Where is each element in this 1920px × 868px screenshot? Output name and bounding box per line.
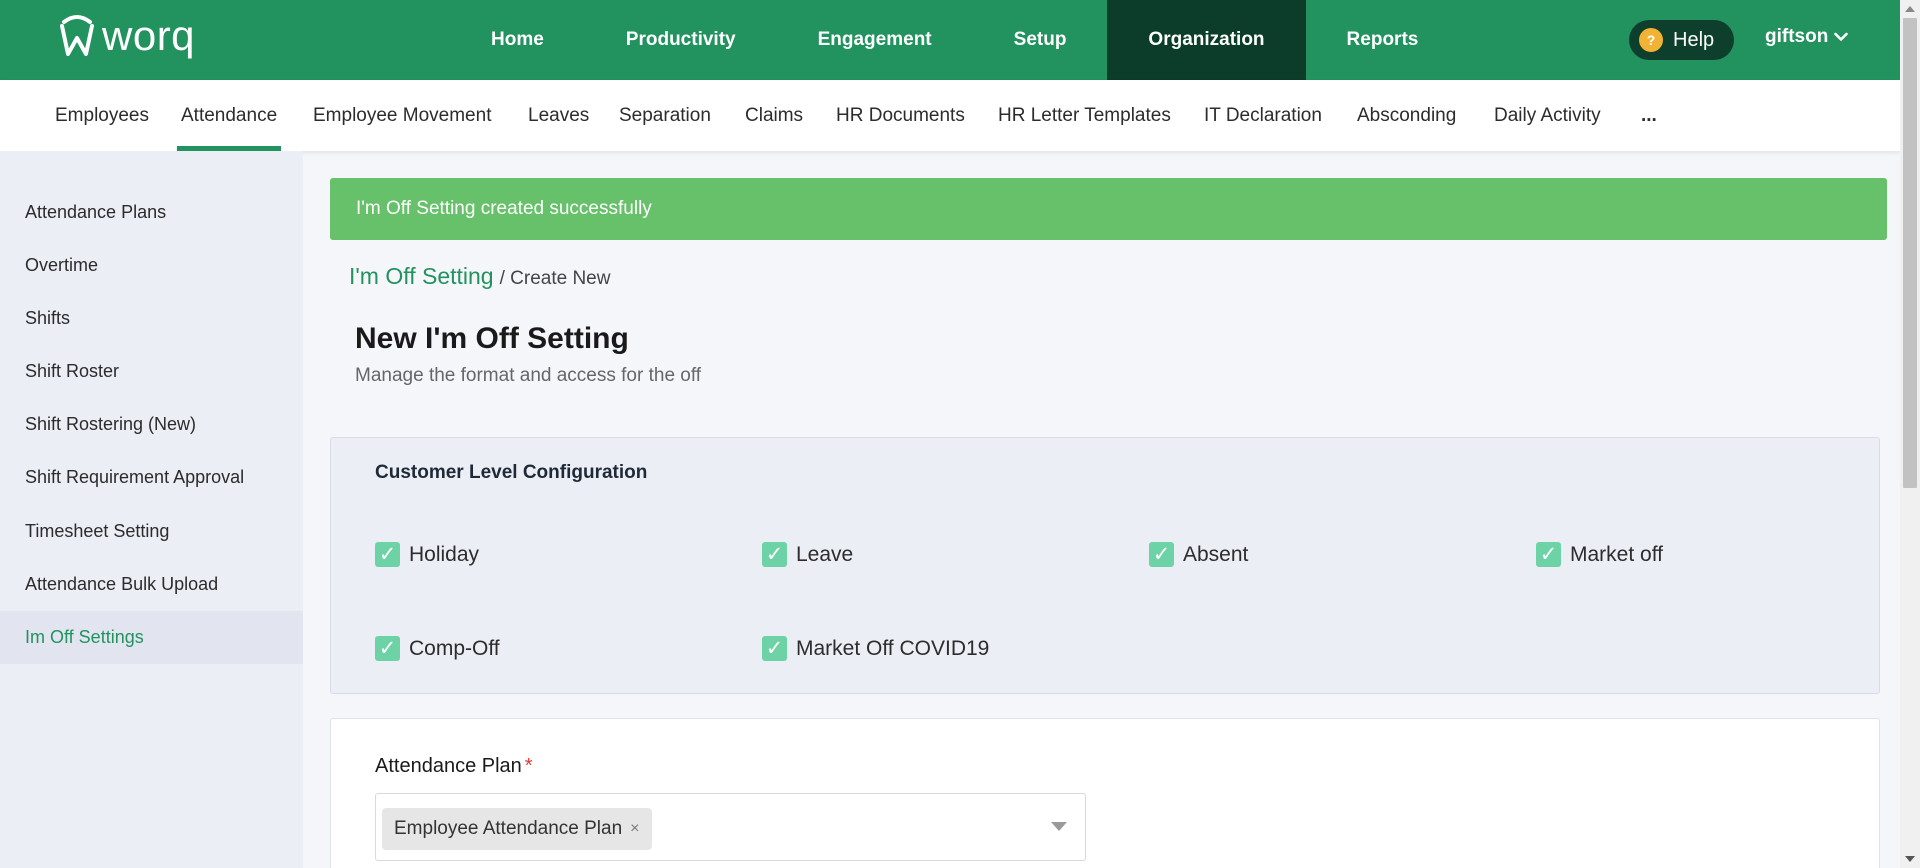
attendance-plan-label: Attendance Plan *: [375, 755, 533, 778]
page-subtitle: Manage the format and access for the off: [355, 365, 702, 386]
scroll-up-icon[interactable]: [1905, 6, 1915, 12]
sidebar-item-shift-rostering-new[interactable]: Shift Rostering (New): [0, 398, 303, 451]
checkbox-label: Holiday: [409, 542, 480, 566]
checkmark-icon: ✓: [1536, 542, 1561, 567]
sidebar-item-overtime[interactable]: Overtime: [0, 239, 303, 292]
attendance-plan-select[interactable]: Employee Attendance Plan ×: [375, 793, 1086, 861]
tab-claims[interactable]: Claims: [745, 80, 803, 151]
sidebar-item-im-off-settings[interactable]: Im Off Settings: [0, 611, 303, 664]
checkbox-market-off[interactable]: ✓ Market off: [1536, 542, 1663, 567]
breadcrumb: I'm Off Setting / Create New: [349, 263, 610, 290]
page-title: New I'm Off Setting: [355, 322, 629, 355]
alert-message: I'm Off Setting created successfully: [356, 198, 652, 219]
tab-daily-activity[interactable]: Daily Activity: [1494, 80, 1601, 151]
sidebar-item-shift-requirement-approval[interactable]: Shift Requirement Approval: [0, 451, 303, 504]
checkmark-icon: ✓: [762, 542, 787, 567]
tab-hr-documents[interactable]: HR Documents: [836, 80, 965, 151]
checkmark-icon: ✓: [375, 542, 400, 567]
help-label: Help: [1673, 28, 1715, 51]
nav-productivity[interactable]: Productivity: [585, 0, 777, 80]
breadcrumb-link[interactable]: I'm Off Setting: [349, 263, 494, 290]
checkbox-comp-off[interactable]: ✓ Comp-Off: [375, 636, 500, 661]
nav-engagement[interactable]: Engagement: [777, 0, 973, 80]
sidebar-item-attendance-bulk-upload[interactable]: Attendance Bulk Upload: [0, 558, 303, 611]
main-nav: Home Productivity Engagement Setup Organ…: [450, 0, 1459, 80]
chip-label: Employee Attendance Plan: [394, 818, 623, 839]
worq-logo[interactable]: worq: [58, 14, 195, 60]
scroll-thumb[interactable]: [1903, 18, 1917, 488]
more-tabs-icon[interactable]: ...: [1641, 80, 1657, 151]
attendance-plan-card: Attendance Plan * Employee Attendance Pla…: [330, 718, 1880, 868]
checkmark-icon: ✓: [1149, 542, 1174, 567]
tab-employees[interactable]: Employees: [55, 80, 149, 151]
remove-chip-icon[interactable]: ×: [630, 820, 639, 838]
checkmark-icon: ✓: [375, 636, 400, 661]
tab-employee-movement[interactable]: Employee Movement: [313, 80, 491, 151]
sidebar: Attendance Plans Overtime Shifts Shift R…: [0, 151, 303, 868]
page-scrollbar[interactable]: [1900, 0, 1920, 868]
checkbox-label: Market off: [1570, 542, 1663, 566]
breadcrumb-current: / Create New: [499, 268, 611, 289]
selected-plan-chip: Employee Attendance Plan ×: [382, 808, 652, 850]
sidebar-item-timesheet-setting[interactable]: Timesheet Setting: [0, 505, 303, 558]
tab-it-declaration[interactable]: IT Declaration: [1204, 80, 1322, 151]
sidebar-item-shifts[interactable]: Shifts: [0, 292, 303, 345]
logo-text: worq: [102, 12, 196, 59]
tab-separation[interactable]: Separation: [619, 80, 711, 151]
tab-absconding[interactable]: Absconding: [1357, 80, 1456, 151]
checkbox-leave[interactable]: ✓ Leave: [762, 542, 853, 567]
tab-leaves[interactable]: Leaves: [528, 80, 589, 151]
scroll-down-icon[interactable]: [1905, 856, 1915, 862]
required-marker: *: [524, 755, 533, 777]
customer-config-card: Customer Level Configuration ✓ Holiday ✓…: [330, 437, 1880, 694]
checkbox-market-off-covid19[interactable]: ✓ Market Off COVID19: [762, 636, 989, 661]
user-name: giftson: [1765, 26, 1829, 47]
tab-attendance[interactable]: Attendance: [176, 80, 282, 151]
nav-organization[interactable]: Organization: [1107, 0, 1306, 80]
nav-home[interactable]: Home: [450, 0, 585, 80]
tab-hr-letter-templates[interactable]: HR Letter Templates: [998, 80, 1171, 151]
config-title: Customer Level Configuration: [375, 462, 648, 483]
sub-navbar: Employees Attendance Employee Movement L…: [0, 80, 1900, 151]
dropdown-arrow-icon[interactable]: [1051, 822, 1067, 831]
help-icon: ?: [1639, 28, 1663, 52]
checkbox-absent[interactable]: ✓ Absent: [1149, 542, 1248, 567]
top-navbar: worq Home Productivity Engagement Setup …: [0, 0, 1900, 80]
checkbox-label: Leave: [796, 542, 854, 566]
nav-setup[interactable]: Setup: [973, 0, 1108, 80]
worq-logo-icon: [60, 15, 94, 56]
checkbox-label: Market Off COVID19: [796, 636, 990, 660]
help-button[interactable]: ? Help: [1629, 20, 1734, 60]
nav-reports[interactable]: Reports: [1306, 0, 1460, 80]
sidebar-item-attendance-plans[interactable]: Attendance Plans: [0, 186, 303, 239]
checkbox-label: Absent: [1183, 542, 1249, 566]
checkbox-holiday[interactable]: ✓ Holiday: [375, 542, 479, 567]
chevron-down-icon: [1834, 32, 1849, 41]
user-menu[interactable]: giftson: [1765, 26, 1849, 48]
attendance-plan-label-text: Attendance Plan: [375, 755, 522, 777]
checkmark-icon: ✓: [762, 636, 787, 661]
checkbox-label: Comp-Off: [409, 636, 500, 660]
success-alert: I'm Off Setting created successfully: [330, 178, 1887, 240]
sidebar-item-shift-roster[interactable]: Shift Roster: [0, 345, 303, 398]
